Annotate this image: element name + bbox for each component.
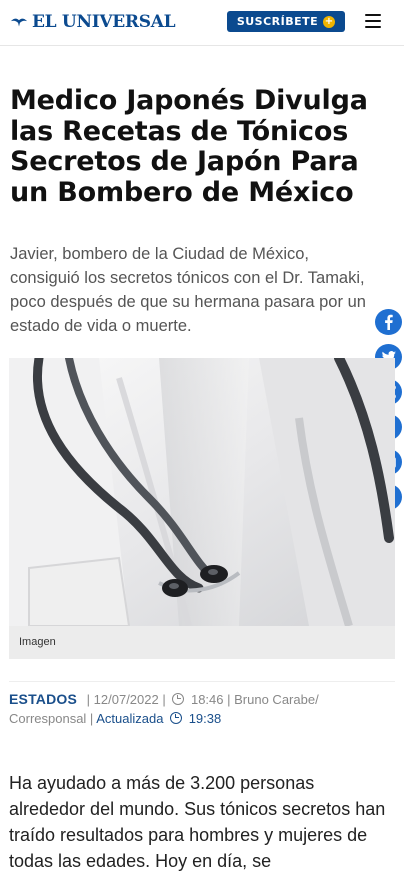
image-caption-box: Imagen xyxy=(9,626,395,659)
article-image[interactable] xyxy=(9,358,395,626)
site-header: EL UNIVERSAL SUSCRÍBETE + xyxy=(0,0,404,46)
facebook-icon[interactable] xyxy=(375,309,402,335)
article-body: Ha ayudado a más de 3.200 personas alred… xyxy=(9,773,386,871)
clock-icon-updated xyxy=(170,712,183,724)
section-link[interactable]: ESTADOS xyxy=(9,691,77,707)
divider xyxy=(9,681,395,682)
publish-time: 18:46 xyxy=(190,692,224,707)
subscribe-label: SUSCRÍBETE xyxy=(236,15,319,28)
plus-icon: + xyxy=(323,15,336,28)
hamburger-icon[interactable] xyxy=(365,14,381,28)
article-meta: ESTADOS | 12/07/2022 | 18:46 | Bruno Car… xyxy=(9,690,389,728)
updated-time: 19:38 xyxy=(188,711,222,726)
image-caption: Imagen xyxy=(19,636,56,648)
logo-text: EL UNIVERSAL xyxy=(32,12,176,32)
publish-date: | 12/07/2022 | xyxy=(86,692,166,707)
site-logo[interactable]: EL UNIVERSAL xyxy=(10,12,176,32)
article-title: Medico Japonés Divulga las Recetas de Tó… xyxy=(10,85,368,208)
updated-label: Actualizada xyxy=(96,711,164,726)
stethoscope-image xyxy=(9,358,395,626)
article-summary: Javier, bombero de la Ciudad de México, … xyxy=(10,245,366,335)
eagle-logo-icon xyxy=(10,18,28,27)
clock-icon xyxy=(172,693,185,705)
subscribe-button[interactable]: SUSCRÍBETE + xyxy=(227,11,345,32)
